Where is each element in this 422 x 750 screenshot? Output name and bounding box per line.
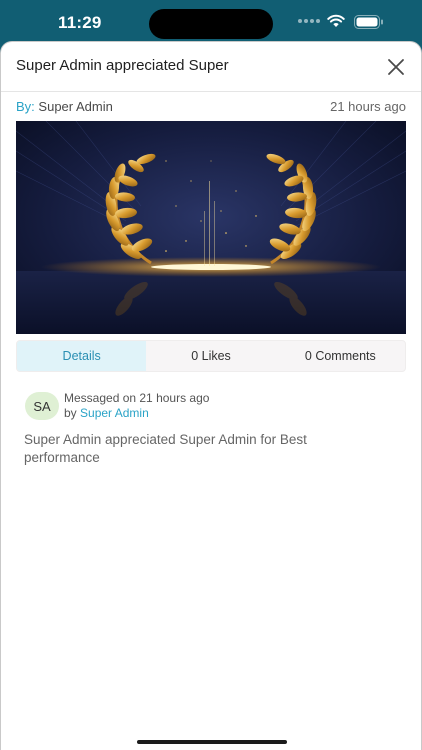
avatar: SA — [25, 392, 59, 420]
tab-details[interactable]: Details — [17, 341, 147, 371]
tab-likes[interactable]: 0 Likes — [146, 341, 275, 371]
close-icon — [388, 59, 404, 75]
wifi-icon — [327, 14, 345, 27]
sheet-header: Super Admin appreciated Super — [1, 42, 421, 92]
message-author[interactable]: Super Admin — [80, 406, 149, 420]
tab-comments[interactable]: 0 Comments — [276, 341, 405, 371]
by-prefix: by — [64, 406, 77, 420]
post-meta: By: Super Admin 21 hours ago — [16, 99, 406, 117]
message-timestamp: Messaged on 21 hours ago — [64, 391, 210, 405]
by-label: By: — [16, 99, 35, 114]
home-indicator[interactable] — [137, 740, 287, 744]
post-time: 21 hours ago — [330, 99, 406, 114]
appreciation-sheet: Super Admin appreciated Super By: Super … — [0, 41, 422, 750]
page-title: Super Admin appreciated Super — [16, 57, 229, 74]
status-time: 11:29 — [58, 13, 102, 32]
laurel-wreath-image — [16, 121, 406, 334]
by-name: Super Admin — [38, 99, 113, 114]
dynamic-island — [149, 9, 273, 39]
message-entry: SA Messaged on 21 hours ago by Super Adm… — [23, 389, 403, 425]
close-button[interactable] — [383, 54, 409, 80]
status-bar: 11:29 — [0, 0, 422, 44]
award-image — [16, 121, 406, 334]
message-body: Super Admin appreciated Super Admin for … — [24, 432, 307, 465]
message-author-line: by Super Admin — [64, 406, 149, 420]
battery-icon — [354, 15, 383, 29]
signal-icon — [298, 19, 320, 23]
post-tabs: Details 0 Likes 0 Comments — [16, 340, 406, 372]
